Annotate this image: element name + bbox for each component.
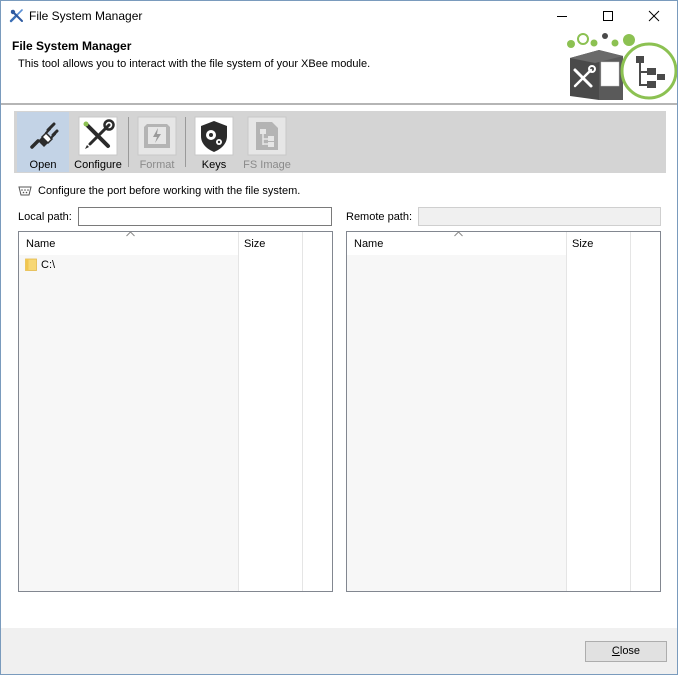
remote-column-name-label: Name (354, 238, 384, 250)
window-close-button[interactable] (631, 1, 677, 30)
toolbar-separator (128, 117, 129, 167)
folder-icon (25, 258, 37, 271)
open-button[interactable]: Open (17, 112, 69, 172)
footer: Close (1, 628, 677, 674)
sort-ascending-icon (454, 231, 463, 237)
fs-image-icon (247, 116, 287, 156)
name-column-background (347, 255, 566, 591)
header: File System Manager This tool allows you… (1, 30, 677, 103)
format-button[interactable]: Format (132, 112, 182, 172)
configure-label: Configure (74, 159, 122, 171)
main-content: Open Configure Format Keys FS Image Conf… (1, 105, 677, 628)
sort-ascending-icon (126, 231, 135, 237)
fs-image-label: FS Image (243, 159, 291, 171)
close-icon (648, 10, 660, 22)
remote-column-header-name[interactable]: Name (347, 231, 566, 255)
column-divider[interactable] (238, 232, 239, 591)
file-system-logo-icon (567, 33, 677, 100)
tools-icon (78, 116, 118, 156)
app-icon (9, 9, 23, 23)
local-column-header-size[interactable]: Size (239, 232, 302, 255)
serial-port-icon (18, 186, 32, 196)
header-title: File System Manager (12, 39, 132, 53)
close-mnemonic: C (611, 645, 620, 657)
local-path-label: Local path: (18, 211, 72, 223)
column-divider[interactable] (566, 232, 567, 591)
keys-button[interactable]: Keys (190, 112, 238, 172)
header-description: This tool allows you to interact with th… (18, 58, 371, 70)
format-icon (137, 116, 177, 156)
name-column-background (19, 255, 238, 591)
fs-image-button[interactable]: FS Image (240, 112, 294, 172)
title-bar: File System Manager (1, 1, 677, 30)
list-item[interactable]: C:\ (25, 256, 237, 274)
local-column-name-label: Name (26, 238, 56, 250)
remote-file-list[interactable]: Name Size (346, 231, 661, 592)
local-path-input[interactable] (78, 207, 332, 226)
column-divider[interactable] (630, 232, 631, 591)
remote-column-size-label: Size (572, 238, 594, 250)
list-item-name: C:\ (41, 259, 56, 271)
remote-path-input[interactable] (418, 207, 661, 226)
local-column-size-label: Size (244, 238, 266, 250)
keys-label: Keys (201, 159, 227, 171)
column-divider[interactable] (302, 232, 303, 591)
open-label: Open (29, 159, 57, 171)
local-file-list[interactable]: Name Size C:\ (18, 231, 333, 592)
close-label-rest: lose (619, 645, 641, 657)
minimize-icon (557, 16, 567, 17)
maximize-icon (603, 11, 613, 21)
file-system-manager-window: File System Manager File System Manager … (0, 0, 678, 675)
maximize-button[interactable] (585, 1, 631, 30)
info-message: Configure the port before working with t… (38, 185, 301, 197)
configure-button[interactable]: Configure (71, 112, 125, 172)
remote-column-header-size[interactable]: Size (567, 232, 630, 255)
local-column-header-name[interactable]: Name (19, 231, 238, 255)
minimize-button[interactable] (539, 1, 585, 30)
toolbar-separator (185, 117, 186, 167)
window-title: File System Manager (29, 9, 143, 23)
plug-icon (30, 122, 59, 149)
remote-path-label: Remote path: (346, 211, 413, 223)
shield-key-icon (194, 116, 234, 156)
close-button[interactable]: Close (585, 641, 667, 662)
toolbar: Open Configure Format Keys FS Image (14, 111, 666, 173)
format-label: Format (139, 159, 175, 171)
